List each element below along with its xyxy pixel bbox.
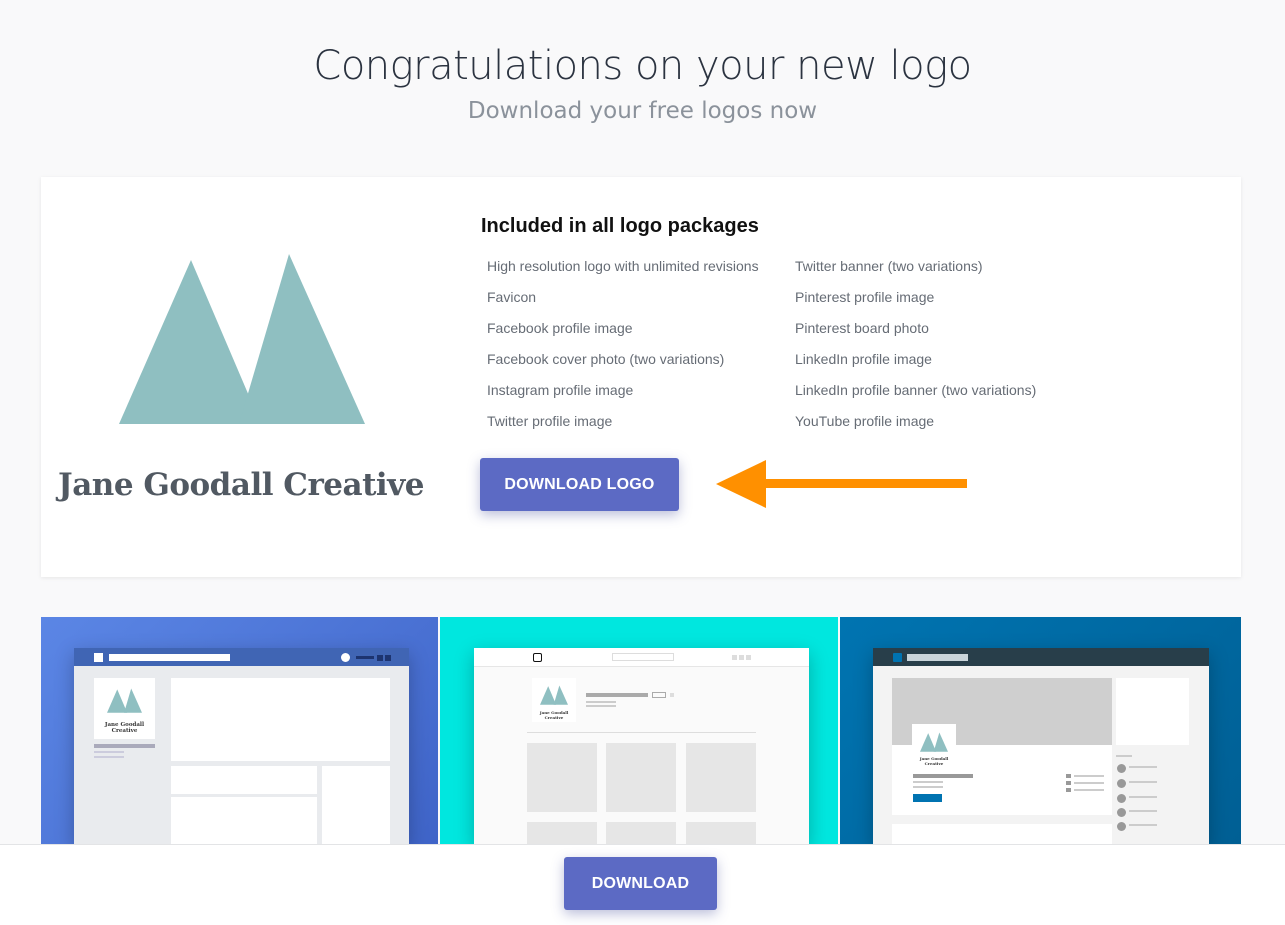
- mini-brand-name: Jane Goodall Creative: [919, 756, 949, 766]
- page-title: Congratulations on your new logo: [313, 43, 972, 89]
- search-bar: [612, 653, 674, 661]
- features-list-left: High resolution logo with unlimited revi…: [487, 257, 759, 443]
- linkedin-screen: Jane Goodall Creative: [873, 648, 1209, 844]
- facebook-logo-icon: [94, 653, 103, 662]
- mini-brand-name: Jane Goodall Creative: [104, 722, 145, 734]
- feature-item: Pinterest board photo: [795, 320, 929, 336]
- feature-item: Twitter banner (two variations): [795, 258, 983, 274]
- mini-brand-name: Jane Goodall Creative: [539, 710, 569, 720]
- logo-mark-icon: [107, 688, 142, 713]
- feature-item: Facebook profile image: [487, 320, 633, 336]
- linkedin-mockup: Jane Goodall Creative: [840, 617, 1241, 844]
- linkedin-topbar: [873, 648, 1209, 666]
- instagram-topbar: [474, 648, 809, 667]
- instagram-mockup: Jane Goodall Creative: [440, 617, 838, 844]
- cover-photo: [171, 678, 390, 761]
- logo-mark-icon: [119, 254, 365, 424]
- feature-item: YouTube profile image: [795, 413, 935, 429]
- logo-brand-name: Jane Goodall Creative: [58, 467, 424, 503]
- logo-package-card: Jane Goodall Creative Included in all lo…: [41, 177, 1241, 577]
- instagram-logo-icon: [533, 653, 542, 662]
- feature-item: High resolution logo with unlimited revi…: [487, 258, 759, 274]
- feature-item: LinkedIn profile banner (two variations): [795, 382, 1037, 398]
- feature-item: Pinterest profile image: [795, 289, 935, 305]
- sidebar-card: [1116, 678, 1189, 745]
- follow-button: [913, 794, 942, 802]
- logo-mark-icon: [540, 685, 568, 705]
- download-button[interactable]: DOWNLOAD: [564, 857, 717, 910]
- arrow-left-icon: [716, 460, 967, 508]
- download-logo-button[interactable]: DOWNLOAD LOGO: [480, 458, 679, 511]
- page-header: Congratulations on your new logo Downloa…: [0, 0, 1285, 126]
- instagram-screen: Jane Goodall Creative: [474, 648, 809, 844]
- feature-item: Favicon: [487, 289, 537, 305]
- search-bar: [907, 654, 968, 661]
- feature-item: Facebook cover photo (two variations): [487, 351, 725, 367]
- feature-item: LinkedIn profile image: [795, 351, 932, 367]
- feature-item: Instagram profile image: [487, 382, 634, 398]
- search-bar: [109, 654, 230, 661]
- package-title: Included in all logo packages: [481, 215, 759, 237]
- profile-picture: Jane Goodall Creative: [912, 724, 956, 768]
- nav-icons: [356, 656, 374, 659]
- social-mockups: Jane Goodall Creative Jane Goodall Creat…: [41, 617, 1241, 844]
- logo-mark-icon: [920, 732, 948, 752]
- features-list-right: Twitter banner (two variations) Pinteres…: [795, 257, 1036, 443]
- avatar-icon: [341, 653, 350, 662]
- profile-picture: Jane Goodall Creative: [94, 678, 155, 739]
- facebook-mockup: Jane Goodall Creative: [41, 617, 438, 844]
- feature-item: Twitter profile image: [487, 413, 613, 429]
- profile-card: Jane Goodall Creative: [892, 678, 1112, 815]
- profile-picture: Jane Goodall Creative: [532, 678, 576, 722]
- facebook-topbar: [74, 648, 409, 666]
- facebook-screen: Jane Goodall Creative: [74, 648, 409, 844]
- page-subtitle: Download your free logos now: [467, 98, 818, 124]
- linkedin-logo-icon: [893, 653, 902, 662]
